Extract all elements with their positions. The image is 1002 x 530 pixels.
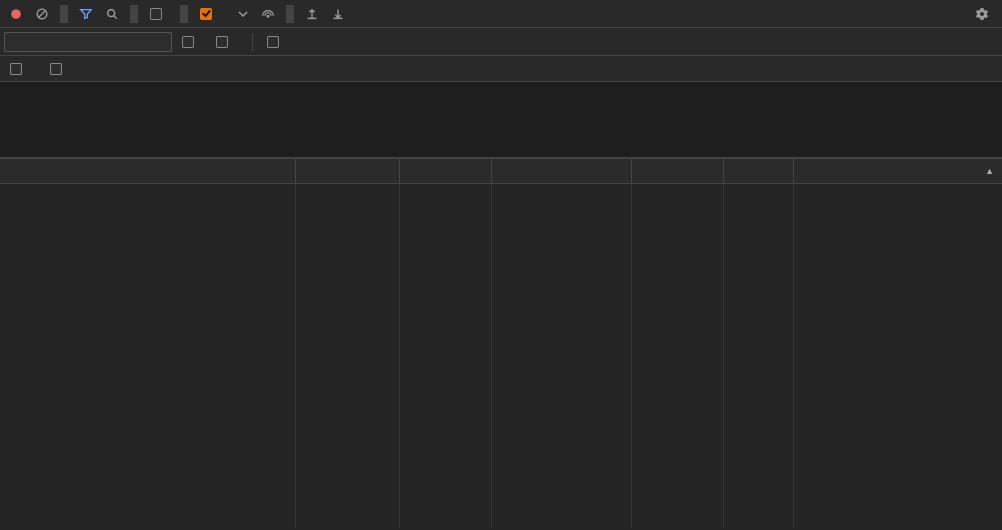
clear-button[interactable] — [30, 4, 54, 24]
sort-icon: ▲ — [985, 166, 994, 176]
has-blocked-cookies-checkbox[interactable] — [261, 36, 291, 48]
settings-icon[interactable] — [970, 4, 994, 24]
table-header: ▲ — [0, 158, 1002, 184]
overview-track — [0, 106, 1002, 124]
col-waterfall-header[interactable]: ▲ — [794, 159, 1002, 183]
network-conditions-icon[interactable] — [256, 4, 280, 24]
network-toolbar — [0, 0, 1002, 28]
hide-data-urls-checkbox[interactable] — [210, 36, 240, 48]
request-table[interactable] — [0, 184, 1002, 528]
filter-toggle-icon[interactable] — [74, 4, 98, 24]
third-party-checkbox[interactable] — [44, 63, 74, 75]
search-icon[interactable] — [100, 4, 124, 24]
ruler — [0, 82, 1002, 100]
col-size-header[interactable] — [632, 159, 724, 183]
chevron-down-icon — [238, 9, 248, 19]
preserve-log-checkbox[interactable] — [144, 8, 174, 20]
upload-har-icon[interactable] — [300, 4, 324, 24]
throttling-select[interactable] — [226, 9, 254, 19]
overview-track-2 — [0, 126, 1002, 138]
col-initiator-header[interactable] — [492, 159, 632, 183]
col-name-header[interactable] — [0, 159, 296, 183]
download-har-icon[interactable] — [326, 4, 350, 24]
blocked-requests-checkbox[interactable] — [4, 63, 34, 75]
record-button[interactable] — [4, 4, 28, 24]
col-time-header[interactable] — [724, 159, 794, 183]
invert-checkbox[interactable] — [176, 36, 206, 48]
col-type-header[interactable] — [400, 159, 492, 183]
timeline-overview[interactable] — [0, 82, 1002, 158]
disable-cache-checkbox[interactable] — [194, 8, 224, 20]
col-status-header[interactable] — [296, 159, 400, 183]
filter-bar-2 — [0, 56, 1002, 82]
filter-input[interactable] — [4, 32, 172, 52]
filter-bar — [0, 28, 1002, 56]
